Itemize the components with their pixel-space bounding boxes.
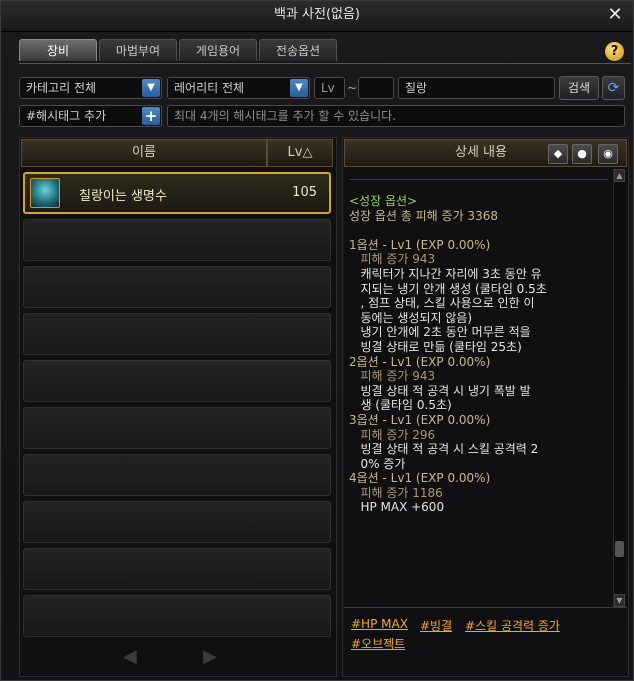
list-item-empty[interactable] (23, 360, 331, 402)
detail-line: 빙결 상태 적 공격 시 냉기 폭발 발 (349, 383, 531, 398)
scroll-up-icon[interactable]: ▲ (614, 169, 625, 182)
item-name: 칠랑이는 생명수 (79, 189, 167, 204)
detail-line: 성장 옵션 총 피해 증가 3368 (349, 208, 498, 223)
list-item-empty[interactable] (23, 313, 331, 355)
window-titlebar[interactable]: 백과 사전(없음) (1, 1, 633, 32)
location-pin-icon[interactable]: ● (572, 144, 592, 164)
prev-page-button[interactable]: ◀ (123, 646, 137, 667)
rarity-value: 레어리티 전체 (174, 81, 245, 95)
hashtag-add-field[interactable]: #해시태그 추가 + (19, 105, 162, 127)
hashtag-divider (344, 607, 627, 608)
plus-icon[interactable]: + (142, 107, 160, 125)
list-item-empty[interactable] (23, 266, 331, 308)
refresh-icon[interactable]: ⟳ (602, 76, 625, 100)
detail-line: 피해 증가 1186 (349, 485, 443, 500)
list-item-empty[interactable] (23, 454, 331, 496)
detail-line: 냉기 안개에 2초 동안 머무른 적을 (349, 325, 531, 340)
tab-transfer-options[interactable]: 전송옵션 (259, 39, 337, 61)
item-level: 105 (292, 185, 317, 200)
detail-scrollbar[interactable]: ▲ ▼ (613, 169, 625, 607)
category-dropdown[interactable]: 카테고리 전체 ▼ (19, 77, 162, 99)
detail-line: 빙결 상태로 만듦 (쿨타임 25초) (349, 339, 522, 354)
search-button[interactable]: 검색 (559, 76, 599, 100)
detail-line: 3옵션 - Lv1 (EXP 0.00%) (349, 412, 491, 427)
window-title: 백과 사전(없음) (273, 7, 361, 22)
encyclopedia-window: 백과 사전(없음) ✕ 장비 마법부여 게임용어 전송옵션 ? 카테고리 전체 … (0, 0, 634, 681)
detail-line: 생 (쿨타임 0.5초) (349, 398, 452, 413)
detail-line: 지되는 냉기 안개 생성 (쿨타임 0.5초 (349, 281, 547, 296)
detail-line: , 점프 상태, 스킬 사용으로 인한 이 (349, 296, 535, 311)
detail-line: 피해 증가 943 (349, 369, 436, 384)
list-item[interactable]: 칠랑이는 생명수 105 (23, 172, 331, 214)
detail-line: 캐릭터가 지나간 자리에 3초 동안 유 (349, 266, 542, 281)
list-item-empty[interactable] (23, 219, 331, 261)
detail-divider (350, 179, 608, 180)
list-header-level-sort[interactable]: Lv△ (267, 139, 333, 167)
lv-from-input[interactable]: Lv (314, 77, 345, 99)
hashtag-input[interactable]: 최대 4개의 해시태그를 추가 할 수 있습니다. (167, 105, 625, 127)
scroll-thumb[interactable] (615, 541, 624, 557)
chevron-down-icon[interactable]: ▼ (290, 79, 308, 97)
hashtag-link[interactable]: #빙결 (420, 617, 452, 634)
search-input[interactable]: 칠랑 (398, 77, 555, 99)
list-header-name[interactable]: 이름 (21, 139, 267, 167)
armor-icon[interactable]: ◆ (548, 144, 568, 164)
scroll-down-icon[interactable]: ▼ (614, 594, 625, 607)
category-value: 카테고리 전체 (26, 81, 97, 95)
potion-item-icon (30, 178, 60, 208)
lv-range-separator: ~ (347, 81, 358, 95)
detail-line: 동에는 생성되지 않음) (349, 310, 473, 325)
hashtag-add-label: #해시태그 추가 (26, 109, 107, 123)
help-icon[interactable]: ? (605, 42, 624, 61)
detail-line (349, 223, 607, 238)
lv-label: Lv (321, 81, 335, 95)
list-item-empty[interactable] (23, 548, 331, 590)
detail-line: 0% 증가 (349, 456, 406, 471)
tab-game-terms[interactable]: 게임용어 (179, 39, 257, 61)
list-item-empty[interactable] (23, 595, 331, 637)
lv-to-input[interactable] (358, 77, 394, 99)
detail-line: 빙결 상태 적 공격 시 스킬 공격력 2 (349, 442, 539, 457)
hashtag-link[interactable]: #오브젝트 (351, 635, 405, 652)
tab-enchant[interactable]: 마법부여 (99, 39, 177, 61)
detail-line: 2옵션 - Lv1 (EXP 0.00%) (349, 354, 491, 369)
search-value: 칠랑 (405, 81, 428, 95)
tab-equipment[interactable]: 장비 (19, 39, 97, 61)
close-icon[interactable]: ✕ (605, 5, 625, 25)
detail-line: 피해 증가 943 (349, 252, 436, 267)
rarity-dropdown[interactable]: 레어리티 전체 ▼ (167, 77, 310, 99)
tab-divider (19, 63, 631, 64)
hashtag-placeholder: 최대 4개의 해시태그를 추가 할 수 있습니다. (174, 109, 397, 123)
list-item-empty[interactable] (23, 407, 331, 449)
detail-line: HP MAX +600 (349, 500, 445, 515)
chevron-down-icon[interactable]: ▼ (142, 79, 160, 97)
list-item-empty[interactable] (23, 501, 331, 543)
detail-header-title: 상세 내용 (455, 145, 507, 160)
detail-line: <성장 옵션> (349, 194, 418, 208)
hashtag-link[interactable]: #HP MAX (351, 617, 408, 631)
detail-line: 4옵션 - Lv1 (EXP 0.00%) (349, 471, 491, 486)
detail-line: 피해 증가 296 (349, 427, 436, 442)
detail-line: 1옵션 - Lv1 (EXP 0.00%) (349, 237, 491, 252)
hashtag-link[interactable]: #스킬 공격력 증가 (465, 617, 560, 634)
eye-icon[interactable]: ◉ (598, 144, 618, 164)
detail-content: <성장 옵션> 성장 옵션 총 피해 증가 3368 1옵션 - Lv1 (EXP … (349, 194, 607, 515)
next-page-button[interactable]: ▶ (203, 646, 217, 667)
